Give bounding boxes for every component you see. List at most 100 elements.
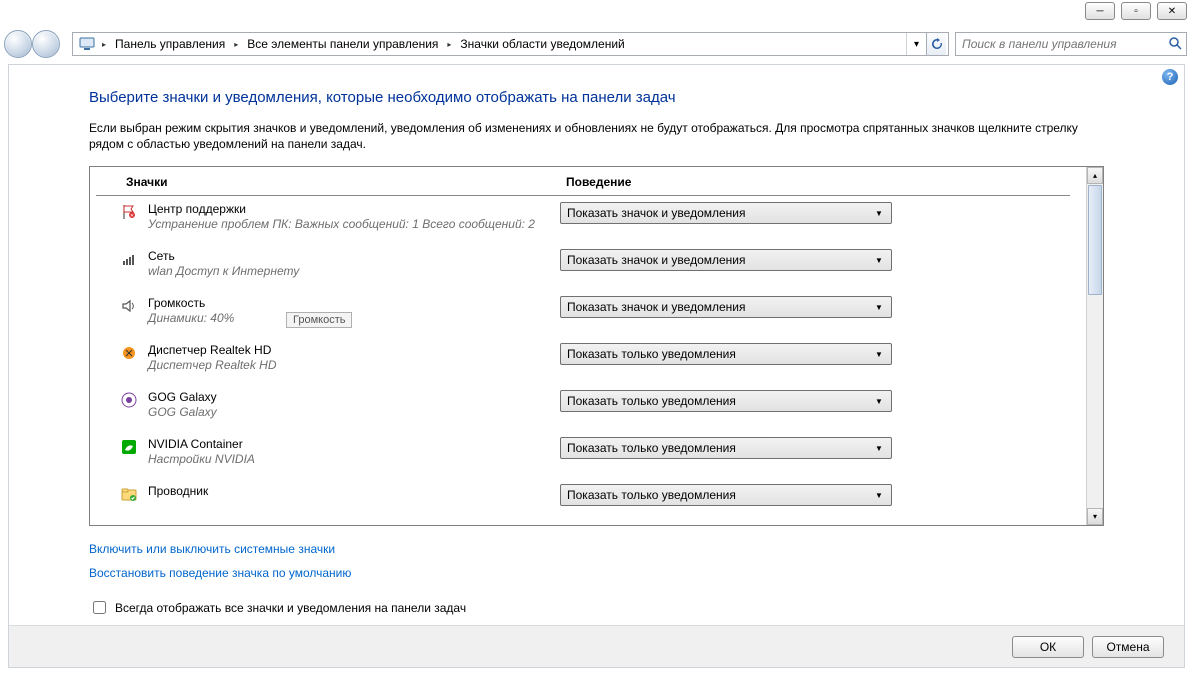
list-item: ✕ Центр поддержкиУстранение проблем ПК: В… (120, 202, 1076, 231)
page-description: Если выбран режим скрытия значков и увед… (89, 120, 1104, 152)
scroll-up-button[interactable]: ▴ (1087, 167, 1103, 184)
link-restore-default[interactable]: Восстановить поведение значка по умолчан… (89, 566, 351, 580)
always-show-checkbox[interactable] (93, 601, 106, 614)
list-item-subtitle: Настройки NVIDIA (148, 452, 560, 466)
address-bar[interactable]: ▸ Панель управления ▸ Все элементы панел… (72, 32, 949, 56)
breadcrumb-item-1[interactable]: Панель управления (109, 34, 231, 54)
minimize-icon: ─ (1096, 6, 1103, 17)
help-icon[interactable]: ? (1162, 69, 1178, 85)
combobox-value: Показать только уведомления (567, 488, 736, 502)
close-button[interactable]: ✕ (1157, 2, 1187, 20)
list-item-title: GOG Galaxy (148, 390, 560, 404)
list-item-texts: ГромкостьДинамики: 40% (148, 296, 560, 325)
list-item-title: NVIDIA Container (148, 437, 560, 451)
chevron-down-icon: ▼ (871, 206, 887, 220)
chevron-down-icon: ▼ (871, 394, 887, 408)
list-item-subtitle: wlan Доступ к Интернету (148, 264, 560, 278)
list-item-subtitle: GOG Galaxy (148, 405, 560, 419)
minimize-button[interactable]: ─ (1085, 2, 1115, 20)
list-item: Сетьwlan Доступ к ИнтернетуПоказать знач… (120, 249, 1076, 278)
ok-button[interactable]: ОК (1012, 636, 1084, 658)
list-item-title: Проводник (148, 484, 560, 498)
list-item-subtitle: Устранение проблем ПК: Важных сообщений:… (148, 217, 560, 231)
list-item: NVIDIA ContainerНастройки NVIDIAПоказать… (120, 437, 1076, 466)
refresh-icon (931, 38, 943, 50)
list-item: ГромкостьДинамики: 40%Показать значок и … (120, 296, 1076, 325)
page-title: Выберите значки и уведомления, которые н… (89, 89, 1104, 106)
navigation-bar: ▸ Панель управления ▸ Все элементы панел… (4, 28, 1187, 60)
chevron-right-icon[interactable]: ▸ (444, 40, 454, 49)
chevron-right-icon[interactable]: ▸ (99, 40, 109, 49)
nav-forward-button[interactable] (32, 30, 60, 58)
combobox-value: Показать значок и уведомления (567, 253, 746, 267)
behavior-combobox[interactable]: Показать значок и уведомления▼ (560, 296, 892, 318)
behavior-combobox[interactable]: Показать только уведомления ▼ (560, 437, 892, 459)
behavior-combobox[interactable]: Показать только уведомления▼ (560, 343, 892, 365)
address-history-dropdown[interactable]: ▾ (906, 33, 926, 55)
nav-back-button[interactable] (4, 30, 32, 58)
breadcrumb-item-3[interactable]: Значки области уведомлений (454, 34, 630, 54)
list-item-texts: Диспетчер Realtek HDДиспетчер Realtek HD (148, 343, 560, 372)
list-item-texts: Сетьwlan Доступ к Интернету (148, 249, 560, 278)
list-item: GOG GalaxyGOG GalaxyПоказать только увед… (120, 390, 1076, 419)
scroll-down-button[interactable]: ▾ (1087, 508, 1103, 525)
maximize-icon: ▫ (1134, 6, 1138, 17)
list-header: Значки Поведение (96, 167, 1070, 196)
behavior-combobox[interactable]: Показать значок и уведомления ▼ (560, 249, 892, 271)
speaker-icon (120, 297, 138, 315)
column-header-behavior: Поведение (566, 175, 1060, 189)
close-icon: ✕ (1168, 6, 1176, 17)
column-header-icons: Значки (126, 175, 566, 189)
chevron-down-icon: ▼ (871, 488, 887, 502)
list-item-texts: NVIDIA ContainerНастройки NVIDIA (148, 437, 560, 466)
dialog-footer: ОК Отмена (9, 625, 1184, 667)
maximize-button[interactable]: ▫ (1121, 2, 1151, 20)
list-item-texts: GOG GalaxyGOG Galaxy (148, 390, 560, 419)
search-box[interactable] (955, 32, 1187, 56)
search-icon[interactable] (1168, 36, 1182, 53)
explorer-icon (120, 485, 138, 503)
always-show-checkbox-row: Всегда отображать все значки и уведомлен… (89, 598, 1104, 617)
breadcrumb-label: Значки области уведомлений (460, 37, 624, 51)
tooltip: Громкость (286, 312, 352, 328)
computer-icon (79, 36, 95, 52)
window-controls: ─ ▫ ✕ (1085, 2, 1187, 20)
chevron-down-icon: ▼ (871, 253, 887, 267)
flag-icon: ✕ (120, 203, 138, 221)
list-item-subtitle: Динамики: 40% (148, 311, 560, 325)
list-item-title: Сеть (148, 249, 560, 263)
cancel-button[interactable]: Отмена (1092, 636, 1164, 658)
svg-text:✕: ✕ (130, 213, 134, 219)
network-icon (120, 250, 138, 268)
chevron-down-icon: ▼ (871, 347, 887, 361)
list-item-title: Диспетчер Realtek HD (148, 343, 560, 357)
always-show-label: Всегда отображать все значки и уведомлен… (115, 601, 466, 615)
list-item: Диспетчер Realtek HDДиспетчер Realtek HD… (120, 343, 1076, 372)
scroll-thumb[interactable] (1088, 185, 1102, 295)
list-item-texts: Проводник (148, 484, 560, 499)
list-item: Проводник Показать только уведомления ▼ (120, 484, 1076, 506)
chevron-down-icon: ▼ (871, 300, 887, 314)
list-item-title: Громкость (148, 296, 560, 310)
behavior-combobox[interactable]: Показать только уведомления ▼ (560, 484, 892, 506)
combobox-value: Показать только уведомления (567, 441, 736, 455)
notification-icons-list: Значки Поведение ✕ Центр поддержкиУстране… (89, 166, 1104, 526)
behavior-combobox[interactable]: Показать значок и уведомления ▼ (560, 202, 892, 224)
chevron-down-icon: ▼ (871, 441, 887, 455)
content-panel: ? Выберите значки и уведомления, которые… (8, 64, 1185, 668)
breadcrumb-item-2[interactable]: Все элементы панели управления (241, 34, 444, 54)
combobox-value: Показать значок и уведомления (567, 206, 746, 220)
vertical-scrollbar[interactable]: ▴ ▾ (1086, 167, 1103, 525)
breadcrumb-label: Все элементы панели управления (247, 37, 438, 51)
refresh-button[interactable] (926, 33, 946, 55)
list-item-title: Центр поддержки (148, 202, 560, 216)
scroll-track[interactable] (1087, 296, 1103, 508)
realtek-icon (120, 344, 138, 362)
behavior-combobox[interactable]: Показать только уведомления ▼ (560, 390, 892, 412)
chevron-right-icon[interactable]: ▸ (231, 40, 241, 49)
link-system-icons[interactable]: Включить или выключить системные значки (89, 542, 335, 556)
gog-icon (120, 391, 138, 409)
search-input[interactable] (960, 36, 1168, 52)
combobox-value: Показать только уведомления (567, 394, 736, 408)
list-item-subtitle: Диспетчер Realtek HD (148, 358, 560, 372)
